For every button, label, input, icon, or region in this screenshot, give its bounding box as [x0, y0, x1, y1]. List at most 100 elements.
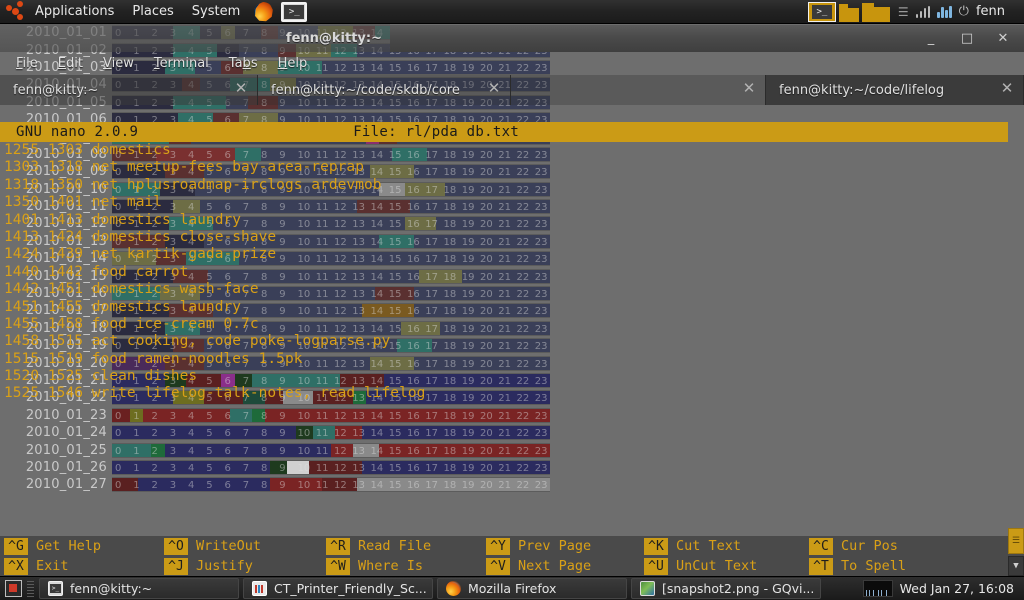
terminal-tab-0[interactable]: fenn@kitty:~ ✕	[0, 75, 258, 105]
nano-shortcut-label: Cur Pos	[841, 538, 898, 554]
menu-applications[interactable]: Applications	[26, 0, 123, 24]
tab-close-icon[interactable]: ✕	[234, 81, 248, 96]
nano-line: 1401 1413 domestics laundry	[4, 211, 242, 228]
tab-close-icon[interactable]: ✕	[742, 81, 756, 96]
screen: 2010_01_01012345678910111213141516171819…	[0, 0, 1024, 600]
nano-shortcut-key: ^U	[644, 557, 668, 575]
taskbar-item-label: Mozilla Firefox	[468, 581, 557, 596]
nano-version: GNU nano 2.0.9	[16, 124, 139, 140]
nano-shortcut-key: ^G	[4, 537, 28, 555]
menu-system[interactable]: System	[183, 0, 249, 24]
nano-shortcut[interactable]: ^C Cur Pos	[809, 536, 979, 556]
menu-item-terminal[interactable]: Terminal	[146, 54, 217, 73]
taskbar-item-label: fenn@kitty:~	[70, 581, 153, 596]
minimize-button[interactable]: _	[924, 31, 938, 46]
nano-line: 1350 1401 net mail	[4, 194, 163, 211]
terminal-tab-2[interactable]: ✕	[511, 75, 766, 105]
nano-line: 1525 1546 write lifelog-talk-notes, read…	[4, 385, 426, 402]
nano-shortcut-column: ^R Read File ^W Where Is	[326, 536, 496, 576]
tab-close-icon[interactable]: ✕	[487, 81, 501, 96]
terminal-tab-3[interactable]: fenn@kitty:~/code/lifelog ✕	[766, 75, 1024, 105]
menu-item-tabs[interactable]: Tabs	[221, 54, 266, 73]
window-controls: _ □ ✕	[924, 31, 1024, 46]
close-button[interactable]: ✕	[996, 31, 1010, 46]
cpu-graph-icon[interactable]	[862, 580, 893, 597]
menu-places[interactable]: Places	[123, 0, 182, 24]
nano-shortcut[interactable]: ^G Get Help	[4, 536, 174, 556]
taskbar-clock[interactable]: Wed Jan 27, 16:08	[900, 581, 1024, 596]
power-icon[interactable]: ⏻	[959, 4, 969, 19]
terminal-scrollbar[interactable]: ☰ ▼	[1008, 105, 1024, 576]
tab-label: fenn@kitty:~	[13, 82, 99, 98]
volume-icon[interactable]	[937, 5, 952, 18]
nano-line: 1451 1455 domestics laundry	[4, 298, 242, 315]
nano-shortcut[interactable]: ^Y Prev Page	[486, 536, 656, 556]
scrollbar-thumb[interactable]: ☰	[1008, 528, 1024, 554]
taskbar-window-list: >_ fenn@kitty:~ CT_Printer_Friendly_Sc... M…	[39, 578, 825, 599]
nano-shortcut[interactable]: ^U UnCut Text	[644, 556, 814, 576]
tab-label: fenn@kitty:~/code/lifelog	[779, 82, 945, 98]
nano-shortcut-label: UnCut Text	[676, 558, 758, 574]
terminal-icon: >_	[48, 581, 63, 596]
taskbar-item-3[interactable]: [snapshot2.png - GQvi...	[631, 578, 821, 599]
network-signal-icon[interactable]	[915, 5, 931, 18]
nano-text-area[interactable]: 1255 1303 domestics 1303 1318 net meetup-…	[0, 142, 1024, 535]
taskbar-grip[interactable]	[27, 580, 34, 597]
menu-item-help[interactable]: Help	[270, 54, 316, 73]
nano-line: 1318 1350 net hplusroadmap-irclogs ardev…	[4, 176, 382, 193]
nano-shortcut-key: ^J	[164, 557, 188, 575]
nano-shortcut-column: ^C Cur Pos ^T To Spell	[809, 536, 979, 576]
user-name[interactable]: fenn	[976, 4, 1015, 19]
ubuntu-logo-icon	[6, 0, 26, 22]
window-button-terminal[interactable]: >_	[807, 1, 836, 22]
maximize-button[interactable]: □	[960, 31, 974, 46]
nano-shortcut-key: ^W	[326, 557, 350, 575]
terminal-icon[interactable]: >_	[281, 1, 308, 22]
nano-shortcut[interactable]: ^V Next Page	[486, 556, 656, 576]
nano-line: 1458 1515 act cooking, code poke-logpars…	[4, 333, 391, 350]
tab-close-icon[interactable]: ✕	[1000, 81, 1014, 96]
nano-line: 1455 1458 food ice-cream 0.7c	[4, 315, 259, 332]
nano-header: GNU nano 2.0.9 File: rl/pda db.txt	[0, 122, 1008, 142]
nano-shortcut-key: ^Y	[486, 537, 510, 555]
gnome-top-panel: Applications Places System >_ >_ ☰ ⏻ fen…	[0, 0, 1024, 24]
terminal-tab-1[interactable]: fenn@kitty:~/code/skdb/core ✕	[258, 75, 511, 105]
nano-line: 1255 1303 domestics	[4, 142, 171, 158]
nano-shortcut-column: ^O WriteOut ^J Justify	[164, 536, 334, 576]
nano-filename: File: rl/pda db.txt	[353, 124, 520, 140]
menu-item-view[interactable]: View	[95, 54, 142, 73]
nano-shortcut-label: Where Is	[358, 558, 424, 574]
taskbar-item-label: CT_Printer_Friendly_Sc...	[274, 581, 427, 596]
menu-item-edit[interactable]: Edit	[50, 54, 91, 73]
nano-shortcut[interactable]: ^T To Spell	[809, 556, 979, 576]
nano-line: 1413 1424 domestics close-shave	[4, 228, 277, 245]
taskbar-item-1[interactable]: CT_Printer_Friendly_Sc...	[243, 578, 433, 599]
window-button-folder-2[interactable]	[861, 2, 890, 22]
nano-line: 1442 1451 domestics wash-face	[4, 281, 259, 298]
scrollbar-down-button[interactable]: ▼	[1008, 556, 1024, 576]
tab-bar: fenn@kitty:~ ✕ fenn@kitty:~/code/skdb/core…	[0, 75, 1024, 105]
nano-shortcut-label: Read File	[358, 538, 432, 554]
nano-line: 1520 1525 clean dishes	[4, 368, 198, 385]
nano-shortcut[interactable]: ^O WriteOut	[164, 536, 334, 556]
nano-editor: GNU nano 2.0.9 File: rl/pda db.txt 1255 …	[0, 105, 1024, 576]
show-desktop-icon[interactable]	[5, 580, 22, 597]
taskbar-item-0[interactable]: >_ fenn@kitty:~	[39, 578, 239, 599]
nano-shortcut[interactable]: ^R Read File	[326, 536, 496, 556]
nano-shortcut-key: ^X	[4, 557, 28, 575]
taskbar-item-2[interactable]: Mozilla Firefox	[437, 578, 627, 599]
bottom-taskbar: >_ fenn@kitty:~ CT_Printer_Friendly_Sc... M…	[0, 576, 1024, 600]
nano-shortcut[interactable]: ^K Cut Text	[644, 536, 814, 556]
firefox-icon[interactable]	[253, 1, 273, 22]
nano-shortcut[interactable]: ^X Exit	[4, 556, 174, 576]
nano-shortcut[interactable]: ^J Justify	[164, 556, 334, 576]
window-titlebar[interactable]: fenn@kitty:~ _ □ ✕	[286, 24, 1024, 52]
list-icon[interactable]: ☰	[898, 0, 909, 24]
menu-item-file[interactable]: File	[8, 54, 46, 73]
taskbar-item-label: [snapshot2.png - GQvi...	[662, 581, 815, 596]
terminal-window: fenn@kitty:~ _ □ ✕ File Edit View Terminal T…	[0, 24, 1024, 576]
firefox-icon	[446, 581, 461, 596]
window-button-folder-1[interactable]	[838, 2, 859, 22]
nano-shortcut-key: ^O	[164, 537, 188, 555]
nano-shortcut[interactable]: ^W Where Is	[326, 556, 496, 576]
